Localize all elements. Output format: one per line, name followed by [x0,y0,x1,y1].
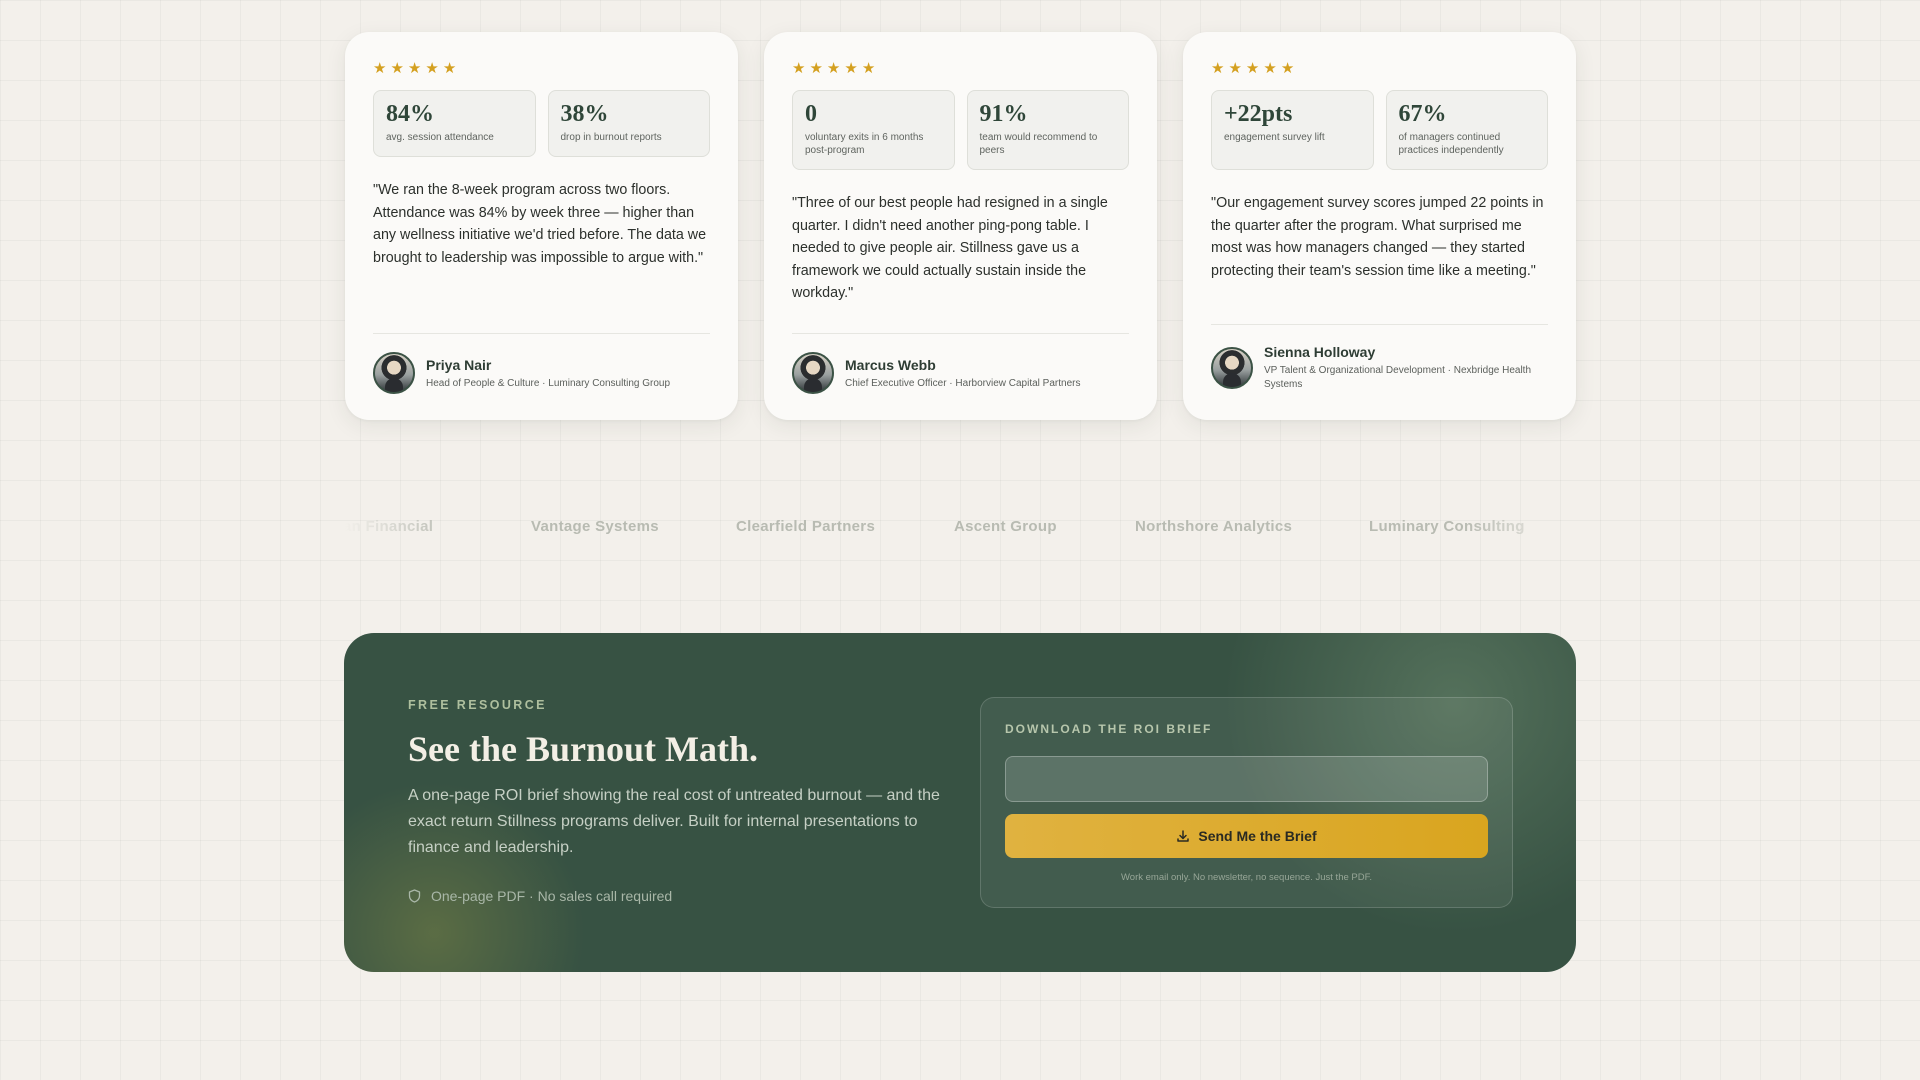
star-icon: ★ [442,60,457,77]
avatar [373,352,415,394]
metric-label: engagement survey lift [1224,132,1325,143]
metrics-row: 84% avg. session attendance 38% drop in … [373,90,710,157]
form-fine-print: Work email only. No newsletter, no seque… [1121,872,1372,883]
star-icon: ★ [373,60,387,77]
star-icon: ★ [390,60,404,77]
star-rating: ★ ★ ★ ★ ★ [792,60,1129,78]
metrics-row: +22pts engagement survey lift 67% of man… [1211,90,1548,170]
author-name: Sienna Holloway [1264,344,1376,360]
metric-tile: 84% avg. session attendance [373,90,536,157]
testimonial-quote: "We ran the 8-week program across two fl… [373,182,707,266]
star-icon: ★ [826,60,841,77]
star-icon: ★ [1211,60,1225,77]
metric-tile: 0 voluntary exits in 6 months post-progr… [792,90,955,170]
author-name: Priya Nair [426,356,492,373]
metric-value: 38% [560,101,609,127]
metric-value: 91% [979,101,1028,127]
metric-value: 84% [386,101,434,127]
metrics-row: 0 voluntary exits in 6 months post-progr… [792,90,1129,170]
testimonial-author: Priya Nair Head of People & Culture · Lu… [373,333,710,394]
cta-title: See the Burnout Math. [408,729,758,769]
star-rating: ★ ★ ★ ★ ★ [373,60,710,78]
metric-value: +22pts [1224,101,1293,127]
cta-eyebrow: FREE RESOURCE [408,698,547,712]
testimonial-quote: "Three of our best people had resigned i… [792,195,1108,302]
star-icon: ★ [1245,60,1260,77]
star-icon: ★ [809,60,823,77]
star-icon: ★ [407,60,422,77]
metric-tile: +22pts engagement survey lift [1211,90,1374,170]
avatar [792,352,834,394]
download-form: DOWNLOAD THE ROI BRIEF Send Me the Brief… [980,697,1513,908]
author-role: Head of People & Culture · Luminary Cons… [426,377,671,389]
client-logo: Ascent Group [954,518,1057,535]
metric-label: avg. session attendance [386,132,494,143]
star-icon: ★ [844,60,858,77]
metric-tile: 38% drop in burnout reports [547,90,710,157]
metric-label: drop in burnout reports [560,132,662,143]
cta-description: A one-page ROI brief showing the real co… [408,787,940,856]
metric-tile: 91% team would recommend to peers [966,90,1129,170]
star-icon: ★ [1263,60,1277,77]
metric-label: of managers continued practices independ… [1398,132,1504,156]
author-role: Chief Executive Officer · Harborview Cap… [845,377,1081,389]
star-icon: ★ [1228,60,1242,77]
star-icon: ★ [792,60,806,77]
form-title: DOWNLOAD THE ROI BRIEF [1005,722,1213,736]
metric-label: voluntary exits in 6 months post-program [805,132,924,156]
star-icon: ★ [1280,60,1295,77]
client-logo: Meridian Financial [345,518,434,535]
metric-value: 67% [1398,101,1447,127]
client-logo: Luminary Consulting [1369,518,1525,535]
send-brief-label: Send Me the Brief [1198,828,1317,844]
author-name: Marcus Webb [845,356,936,373]
client-logo-strip: Meridian Financial Vantage Systems Clear… [345,518,1576,540]
testimonial-author: Marcus Webb Chief Executive Officer · Ha… [792,333,1129,394]
download-icon [1177,830,1190,842]
cta-note: One-page PDF · No sales call required [408,888,672,904]
cta-note-text: One-page PDF · No sales call required [431,888,673,904]
avatar [1211,346,1253,389]
metric-value: 0 [805,101,817,127]
author-role: VP Talent & Organizational Development ·… [1264,365,1532,390]
testimonial-author: Sienna Holloway VP Talent & Organization… [1211,324,1548,392]
email-field[interactable] [1005,756,1488,802]
shield-icon [408,889,421,903]
metric-label: team would recommend to peers [979,132,1098,156]
testimonial-cards: ★ ★ ★ ★ ★ 84% avg. session attendance 38… [345,32,1576,420]
send-brief-button[interactable]: Send Me the Brief [1005,814,1488,858]
testimonial-quote: "Our engagement survey scores jumped 22 … [1211,195,1544,279]
testimonial-card: ★ ★ ★ ★ ★ 0 voluntary exits in 6 months … [764,32,1157,420]
client-logo: Vantage Systems [531,518,659,535]
client-logo: Clearfield Partners [736,518,876,535]
testimonial-card: ★ ★ ★ ★ ★ 84% avg. session attendance 38… [345,32,738,420]
testimonial-card: ★ ★ ★ ★ ★ +22pts engagement survey lift … [1183,32,1576,420]
star-rating: ★ ★ ★ ★ ★ [1211,60,1548,78]
star-icon: ★ [425,60,439,77]
star-icon: ★ [861,60,876,77]
roi-brief-cta: FREE RESOURCE See the Burnout Math. A on… [344,633,1576,972]
client-logo: Northshore Analytics [1135,518,1293,535]
metric-tile: 67% of managers continued practices inde… [1385,90,1548,170]
